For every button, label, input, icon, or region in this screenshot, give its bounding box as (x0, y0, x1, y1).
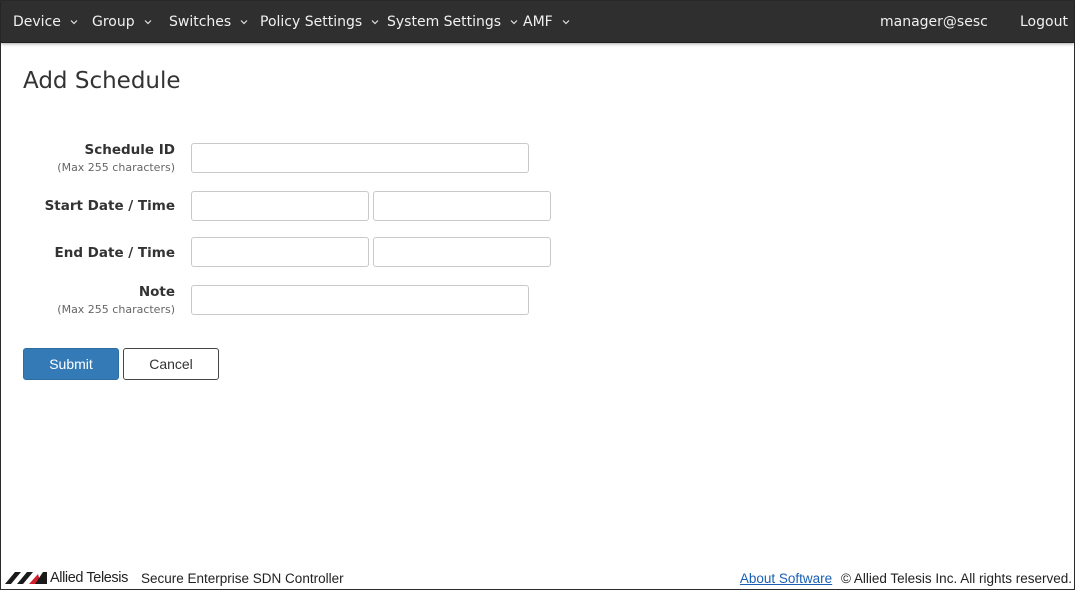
allied-telesis-logo: Allied Telesis (5, 569, 128, 587)
nav-group-menu[interactable]: Group (92, 1, 152, 42)
cancel-button[interactable]: Cancel (123, 348, 219, 380)
nav-policy-settings-label: Policy Settings (260, 13, 363, 30)
chevron-down-icon (510, 18, 518, 26)
schedule-id-hint: (Max 255 characters) (57, 161, 175, 174)
nav-switches-label: Switches (169, 13, 232, 30)
footer-right: About Software © Allied Telesis Inc. All… (740, 571, 1072, 586)
start-date-input[interactable] (191, 191, 369, 221)
nav-amf-label: AMF (523, 13, 553, 30)
chevron-down-icon (144, 18, 152, 26)
note-input[interactable] (191, 285, 529, 315)
top-navbar: Device Group Switches Policy Settings Sy… (1, 1, 1074, 43)
nav-amf-menu[interactable]: AMF (523, 1, 570, 42)
submit-button[interactable]: Submit (23, 348, 119, 380)
footer-brand: Allied Telesis (50, 570, 128, 586)
end-date-input[interactable] (191, 237, 369, 267)
nav-user-label: manager@sesc (880, 13, 988, 30)
chevron-down-icon (70, 18, 78, 26)
footer-copyright: © Allied Telesis Inc. All rights reserve… (840, 571, 1072, 586)
note-label: Note (138, 284, 175, 300)
nav-user-account[interactable]: manager@sesc (880, 1, 988, 42)
logout-label: Logout (1020, 13, 1068, 30)
chevron-down-icon (562, 18, 570, 26)
chevron-down-icon (371, 18, 379, 26)
nav-group-label: Group (92, 13, 135, 30)
nav-system-settings-menu[interactable]: System Settings (387, 1, 518, 42)
note-hint: (Max 255 characters) (57, 303, 175, 316)
end-time-input[interactable] (373, 237, 551, 267)
chevron-down-icon (240, 18, 248, 26)
nav-switches-menu[interactable]: Switches (169, 1, 248, 42)
schedule-id-input[interactable] (191, 143, 529, 173)
nav-system-settings-label: System Settings (387, 13, 502, 30)
end-datetime-label: End Date / Time (54, 245, 175, 261)
page-title: Add Schedule (23, 68, 181, 94)
logout-link[interactable]: Logout (1020, 1, 1068, 42)
allied-telesis-mark-icon (5, 572, 47, 584)
start-datetime-label: Start Date / Time (44, 198, 175, 214)
start-time-input[interactable] (373, 191, 551, 221)
nav-policy-settings-menu[interactable]: Policy Settings (260, 1, 379, 42)
about-software-link[interactable]: About Software (740, 571, 832, 586)
footer-product-name: Secure Enterprise SDN Controller (141, 571, 344, 586)
schedule-id-label: Schedule ID (84, 142, 175, 158)
nav-device-menu[interactable]: Device (13, 1, 78, 42)
nav-device-label: Device (13, 13, 61, 30)
